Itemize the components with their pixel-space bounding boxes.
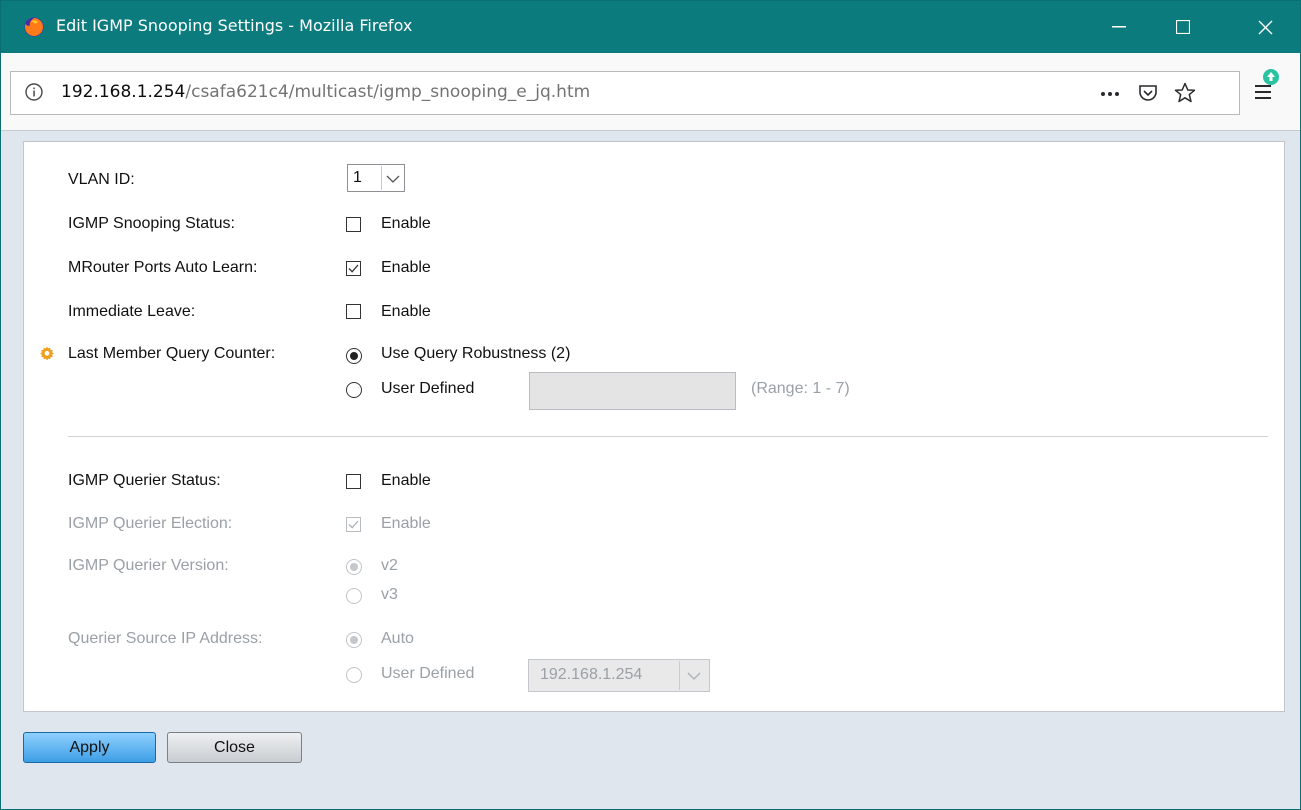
address-toolbar: 192.168.1.254/csafa621c4/multicast/igmp_… xyxy=(1,53,1300,131)
radio-selected-dot xyxy=(350,352,358,360)
section-divider xyxy=(68,436,1268,437)
querier-election-label: IGMP Querier Election: xyxy=(68,515,233,532)
close-icon xyxy=(1258,20,1272,34)
required-gear-icon xyxy=(40,346,54,360)
querier-status-checkbox[interactable] xyxy=(346,474,361,489)
immediate-leave-checkbox[interactable] xyxy=(346,304,361,319)
immediate-leave-label: Immediate Leave: xyxy=(68,303,196,320)
source-ip-auto-option: Auto xyxy=(381,630,414,647)
vlan-id-select[interactable]: 1 xyxy=(347,164,405,192)
querier-version-v3-option: v3 xyxy=(381,586,398,603)
pocket-icon[interactable] xyxy=(1138,83,1158,103)
querier-status-option: Enable xyxy=(381,472,431,489)
mrouter-checkbox[interactable] xyxy=(346,261,361,276)
source-ip-user-defined-radio[interactable] xyxy=(346,667,362,683)
apply-button[interactable]: Apply xyxy=(23,732,156,763)
chevron-down-icon xyxy=(687,672,701,680)
immediate-leave-option: Enable xyxy=(381,303,431,320)
querier-election-option: Enable xyxy=(381,515,431,532)
source-ip-select[interactable]: 192.168.1.254 xyxy=(528,659,710,692)
minimize-button[interactable] xyxy=(1084,1,1154,53)
lmqc-user-value-input[interactable] xyxy=(529,372,736,410)
snooping-status-label: IGMP Snooping Status: xyxy=(68,215,235,232)
source-ip-dropdown-arrow[interactable] xyxy=(679,661,708,690)
querier-status-label: IGMP Querier Status: xyxy=(68,472,221,489)
snooping-status-option: Enable xyxy=(381,215,431,232)
browser-window: Edit IGMP Snooping Settings - Mozilla Fi… xyxy=(0,0,1301,810)
window-title: Edit IGMP Snooping Settings - Mozilla Fi… xyxy=(56,16,413,35)
lmqc-label: Last Member Query Counter: xyxy=(68,345,276,362)
info-icon[interactable] xyxy=(23,81,45,103)
lmqc-user-defined-radio[interactable] xyxy=(346,382,362,398)
source-ip-auto-radio[interactable] xyxy=(346,632,362,648)
url-bar[interactable]: 192.168.1.254/csafa621c4/multicast/igmp_… xyxy=(10,71,1240,115)
snooping-status-checkbox[interactable] xyxy=(346,217,361,232)
url-text[interactable]: 192.168.1.254/csafa621c4/multicast/igmp_… xyxy=(61,82,590,102)
source-ip-value: 192.168.1.254 xyxy=(540,666,643,683)
source-ip-label: Querier Source IP Address: xyxy=(68,630,263,647)
querier-version-v2-option: v2 xyxy=(381,557,398,574)
lmqc-user-defined-option: User Defined xyxy=(381,380,475,397)
maximize-button[interactable] xyxy=(1148,1,1218,53)
source-ip-user-defined-option: User Defined xyxy=(381,665,475,682)
bookmark-star-icon[interactable] xyxy=(1174,82,1196,104)
url-host: 192.168.1.254 xyxy=(61,82,186,102)
lmqc-range-hint: (Range: 1 - 7) xyxy=(751,380,850,397)
minimize-icon xyxy=(1112,26,1126,28)
close-button[interactable]: Close xyxy=(167,732,302,763)
maximize-icon xyxy=(1176,20,1190,34)
title-bar: Edit IGMP Snooping Settings - Mozilla Fi… xyxy=(1,1,1300,53)
querier-version-v2-radio[interactable] xyxy=(346,559,362,575)
vlan-id-label: VLAN ID: xyxy=(68,171,135,188)
querier-version-v3-radio[interactable] xyxy=(346,588,362,604)
checkmark-icon xyxy=(348,264,359,273)
querier-version-label: IGMP Querier Version: xyxy=(68,557,229,574)
vlan-id-dropdown-arrow[interactable] xyxy=(381,166,404,190)
radio-selected-dot xyxy=(350,636,358,644)
url-path: /csafa621c4/multicast/igmp_snooping_e_jq… xyxy=(185,82,591,102)
chevron-down-icon xyxy=(386,175,400,183)
settings-panel: VLAN ID: 1 IGMP Snooping Status: Enable … xyxy=(23,141,1285,712)
lmqc-robustness-option: Use Query Robustness (2) xyxy=(381,345,571,362)
checkmark-icon xyxy=(348,520,359,529)
mrouter-label: MRouter Ports Auto Learn: xyxy=(68,259,258,276)
close-window-button[interactable] xyxy=(1230,1,1300,53)
mrouter-option: Enable xyxy=(381,259,431,276)
querier-election-checkbox[interactable] xyxy=(346,517,361,532)
vlan-id-value: 1 xyxy=(353,169,362,186)
radio-selected-dot xyxy=(350,563,358,571)
more-icon[interactable] xyxy=(1100,92,1120,96)
firefox-icon xyxy=(24,17,44,37)
lmqc-robustness-radio[interactable] xyxy=(346,348,362,364)
menu-update-icon[interactable] xyxy=(1254,66,1288,104)
